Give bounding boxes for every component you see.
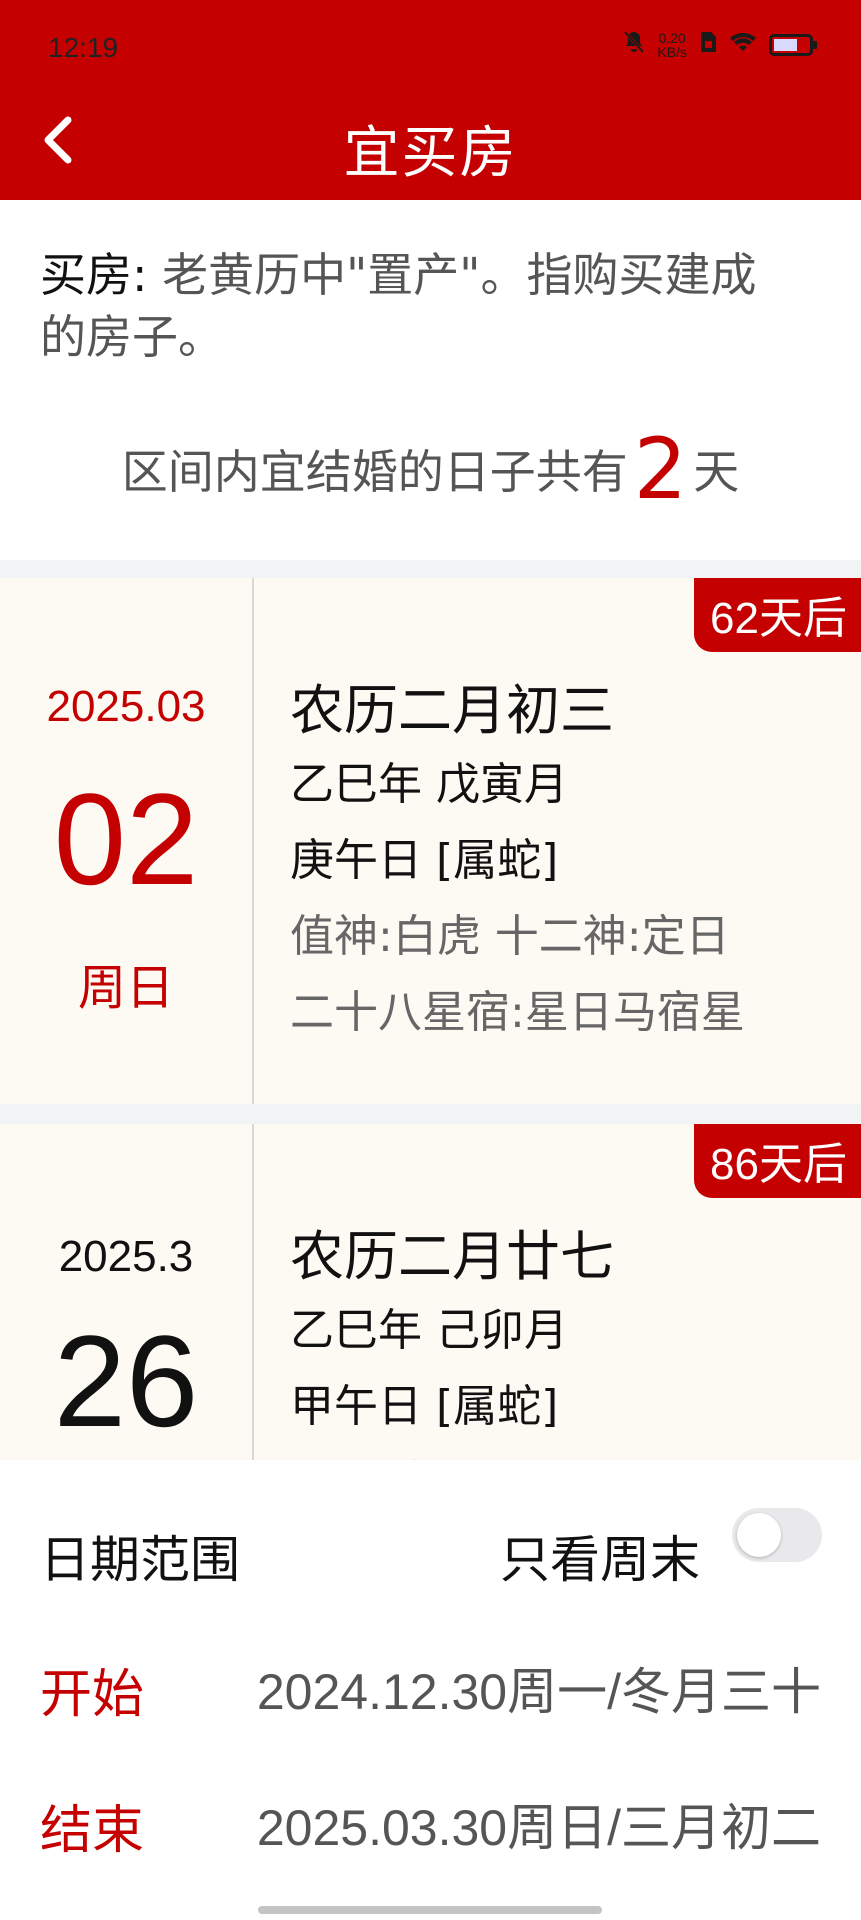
net-speed-unit: KB/s — [657, 43, 687, 60]
summary-count: 2 — [633, 420, 688, 518]
start-date-row[interactable]: 开始 2024.12.30周一/冬月三十 — [0, 1632, 861, 1732]
lunar-date: 农历二月初三 — [290, 679, 614, 742]
ganzhi-year-month: 乙巳年 己卯月 — [290, 1305, 568, 1356]
start-date-value: 2024.12.30周一/冬月三十 — [256, 1664, 821, 1720]
weekend-only-label: 只看周末 — [500, 1531, 700, 1589]
day-gods: 值神:白虎 十二神:定日 — [290, 911, 730, 962]
term-label: 买房: — [40, 248, 148, 302]
ganzhi-day-zodiac: 庚午日 [属蛇] — [290, 835, 559, 886]
end-label: 结束 — [40, 1801, 145, 1861]
card-year-month: 2025.03 — [46, 682, 206, 731]
status-icons: 0.20 KB/s — [623, 30, 817, 59]
home-indicator[interactable] — [258, 1906, 602, 1914]
end-date-value: 2025.03.30周日/三月初二 — [256, 1800, 821, 1856]
net-speed: 0.20 KB/s — [657, 31, 687, 59]
mute-bell-icon — [623, 30, 645, 59]
net-speed-value: 0.20 — [658, 29, 686, 46]
card-divider — [252, 1124, 254, 1460]
card-day: 26 — [53, 1308, 199, 1454]
wifi-icon — [729, 31, 757, 58]
summary-prefix: 区间内宜结婚的日子共有 — [121, 445, 628, 499]
ganzhi-day-zodiac: 甲午日 [属蛇] — [290, 1381, 559, 1432]
battery-icon — [769, 33, 817, 56]
term-text: 老黄历中"置产"。指购买建成的房子。 — [40, 248, 757, 364]
card-day: 02 — [53, 766, 199, 912]
lunar-date: 农历二月廿七 — [290, 1225, 614, 1288]
result-summary: 区间内宜结婚的日子共有2 天 — [0, 420, 861, 518]
day-card[interactable]: 2025.03 02 周日 农历二月初三 乙巳年 戊寅月 庚午日 [属蛇] 值神… — [0, 578, 861, 1104]
days-until-badge: 62天后 — [694, 578, 861, 652]
status-time: 12:19 — [48, 32, 119, 63]
app-header: 12:19 0.20 KB/s 宜买房 — [0, 0, 861, 200]
summary-suffix: 天 — [693, 445, 740, 499]
card-weekday: 周日 — [77, 960, 174, 1016]
section-divider — [0, 1104, 861, 1124]
day-gods: 值神:金匮 十二神:平日 — [290, 1446, 730, 1460]
card-year-month: 2025.3 — [58, 1232, 194, 1281]
day-card[interactable]: 2025.3 26 农历二月廿七 乙巳年 己卯月 甲午日 [属蛇] 值神:金匮 … — [0, 1124, 861, 1460]
weekend-only-toggle[interactable] — [732, 1508, 822, 1562]
date-column: 2025.3 26 — [0, 1124, 252, 1460]
term-description: 买房: 老黄历中"置产"。指购买建成的房子。 — [40, 244, 800, 368]
days-until-badge: 86天后 — [694, 1124, 861, 1198]
sim-icon — [699, 31, 717, 58]
start-label: 开始 — [40, 1665, 145, 1725]
card-divider — [252, 578, 254, 1104]
lunar-mansion: 二十八星宿:星日马宿星 — [290, 987, 745, 1038]
toggle-knob — [737, 1513, 781, 1557]
ganzhi-year-month: 乙巳年 戊寅月 — [290, 759, 568, 810]
date-column: 2025.03 02 周日 — [0, 578, 252, 1104]
date-filter-panel: 日期范围 只看周末 开始 2024.12.30周一/冬月三十 结束 2025.0… — [0, 1460, 861, 1920]
date-range-label: 日期范围 — [40, 1531, 240, 1589]
end-date-row[interactable]: 结束 2025.03.30周日/三月初二 — [0, 1768, 861, 1868]
section-divider — [0, 560, 861, 578]
page-title: 宜买房 — [343, 121, 518, 186]
